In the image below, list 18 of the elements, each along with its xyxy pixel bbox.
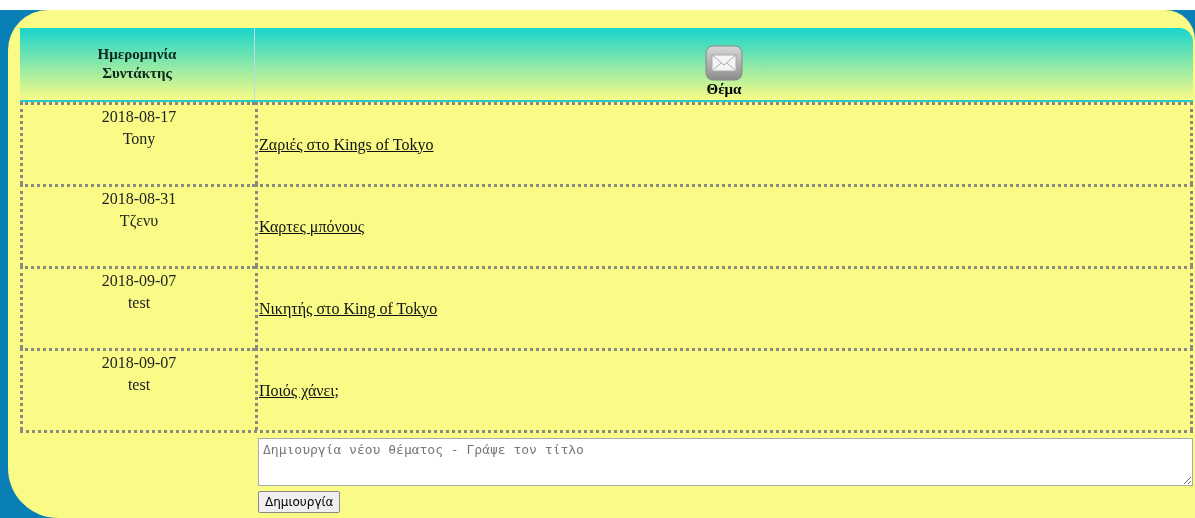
author-name: test	[127, 293, 151, 313]
author-name: Τζενυ	[119, 211, 159, 231]
topic-link[interactable]: Νικητής στο King of Tokyo	[259, 299, 438, 318]
topic-link[interactable]: Ποιός χάνει;	[259, 381, 340, 400]
post-date: 2018-09-07	[101, 271, 177, 291]
create-button[interactable]: Δημιουργία	[258, 491, 341, 513]
new-topic-field[interactable]: Δημιουργία νέου θέματος - Γράψε τον τίτλο	[258, 438, 1193, 486]
topic-link[interactable]: Καρτες μπόνους	[259, 217, 364, 236]
author-name: test	[127, 375, 151, 395]
post-date: 2018-08-31	[101, 189, 177, 209]
topic-link[interactable]: Ζαριές στο Kings of Tokyo	[259, 135, 434, 154]
subject-header: Θέμα	[706, 81, 742, 98]
envelope-icon	[705, 45, 743, 81]
column-header: Συντάκτης	[102, 64, 172, 83]
author-name: Tony	[122, 129, 156, 149]
post-date: 2018-08-17	[101, 107, 177, 127]
column-header: Ημερομηνία	[97, 45, 177, 64]
post-date: 2018-09-07	[101, 353, 177, 373]
